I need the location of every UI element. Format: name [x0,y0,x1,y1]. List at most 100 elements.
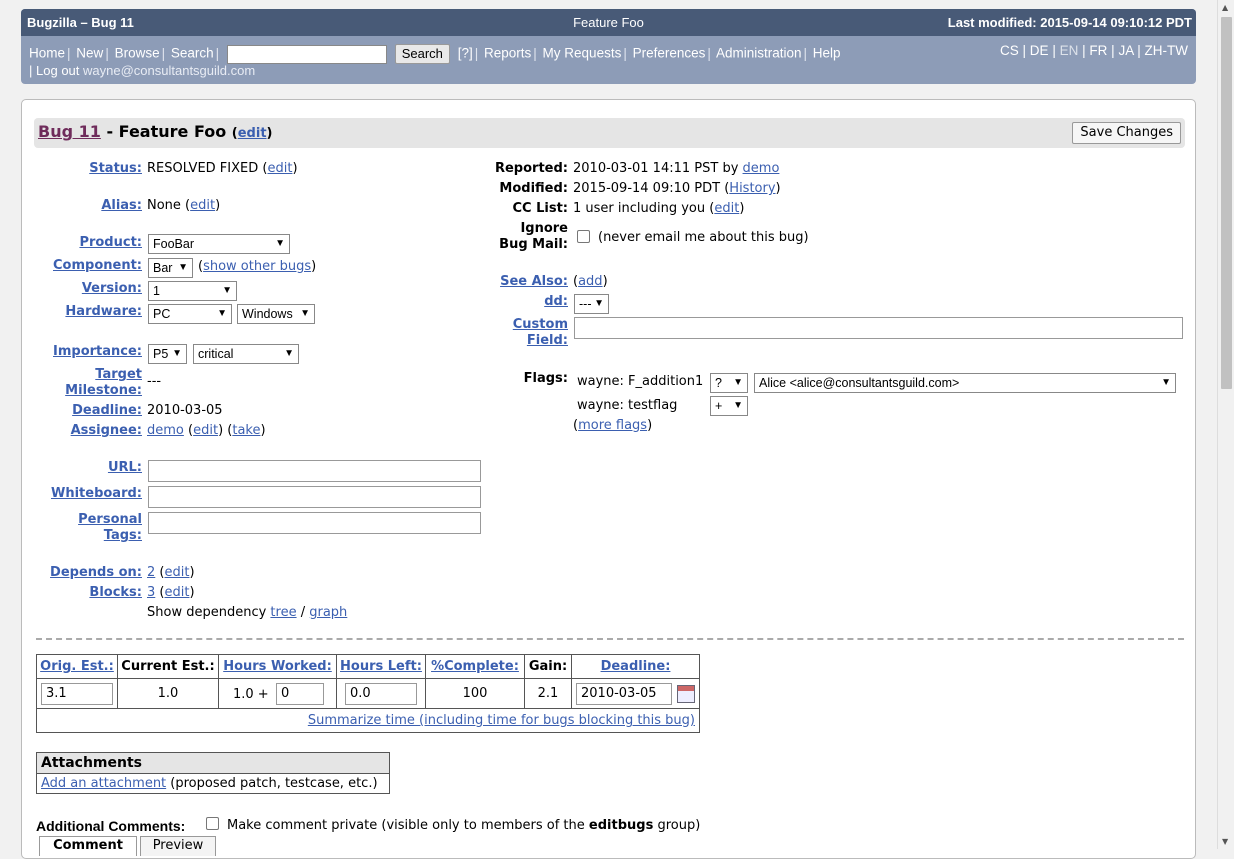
chevron-down-icon: ▼ [300,308,310,319]
hours-worked-header[interactable]: Hours Worked: [223,659,332,674]
tab-preview[interactable]: Preview [140,836,216,856]
flag1-requestee-select[interactable]: Alice <alice@consultantsguild.com> ▼ [754,373,1176,393]
attachments-header: Attachments [36,752,390,774]
tab-comment[interactable]: Comment [39,836,137,856]
edit-assignee-link[interactable]: edit [193,423,218,438]
flag2-name: wayne: testflag [577,398,678,413]
bug-id-link[interactable]: Bug 11 [38,122,101,141]
flags-label: Flags: [523,371,568,386]
add-see-also-link[interactable]: add [578,274,602,289]
summarize-time-link[interactable]: Summarize time (including time for bugs … [308,713,695,728]
nav-administration[interactable]: Administration [716,46,802,61]
attachments-table: Attachments Add an attachment (proposed … [36,752,390,794]
private-comment-text: Make comment private (visible only to me… [227,818,701,833]
dependency-graph-link[interactable]: graph [309,605,347,620]
complete-header[interactable]: %Complete: [431,659,519,674]
quick-search-input[interactable] [226,44,387,64]
show-dependency: Show dependency tree / graph [147,605,348,620]
edit-alias-link[interactable]: edit [190,198,215,213]
depends-on-bug-link[interactable]: 2 [147,565,155,580]
severity-select[interactable]: critical ▼ [193,344,299,364]
component-label: Component: [53,258,142,273]
lang-ja[interactable]: JA [1118,43,1133,58]
hardware-select[interactable]: PC ▼ [148,304,232,324]
calendar-icon[interactable] [677,685,695,703]
nav-my-requests[interactable]: My Requests [543,46,622,61]
nav-help[interactable]: Help [813,46,841,61]
target-milestone-label: Target Milestone: [65,367,142,398]
url-input[interactable] [148,460,481,482]
orig-est-header[interactable]: Orig. Est.: [40,659,114,674]
edit-summary-link[interactable]: edit [238,126,267,141]
vertical-scrollbar[interactable]: ▲ ▼ [1217,0,1234,849]
lang-fr[interactable]: FR [1089,43,1107,58]
private-comment-checkbox[interactable] [206,817,219,830]
status-label: Status: [89,161,142,176]
edit-blocks-link[interactable]: edit [165,585,190,600]
lang-de[interactable]: DE [1030,43,1049,58]
header-title-bar: Bugzilla – Bug 11 Feature Foo Last modif… [21,9,1196,36]
version-select[interactable]: 1 ▼ [148,281,237,301]
nav-reports[interactable]: Reports [484,46,531,61]
alias-label: Alias: [101,198,142,213]
scrollbar-thumb[interactable] [1221,17,1232,389]
assignee-link[interactable]: demo [147,423,184,438]
take-link[interactable]: take [232,423,260,438]
product-select[interactable]: FooBar ▼ [148,234,290,254]
flag1-name: wayne: F_addition1 [577,374,704,389]
edit-status-link[interactable]: edit [267,161,292,176]
user-email: wayne@consultantsguild.com [83,63,256,78]
bug-panel: Bug 11 - Feature Foo (edit) Save Changes… [21,99,1196,859]
add-attachment-link[interactable]: Add an attachment [41,776,166,791]
gain-value: 2.1 [524,678,572,709]
edit-depends-link[interactable]: edit [165,565,190,580]
dd-select[interactable]: --- ▼ [574,294,609,314]
whiteboard-input[interactable] [148,486,481,508]
flag1-status-select[interactable]: ? ▼ [710,373,748,393]
dd-label: dd: [544,294,568,309]
nav-new[interactable]: New [76,46,103,61]
deadline-input[interactable]: 2010-03-05 [576,683,672,705]
scroll-up-icon[interactable]: ▲ [1222,3,1228,12]
show-other-bugs: (show other bugs) [198,259,317,274]
product-label: Product: [79,235,142,250]
ignore-bug-mail-checkbox[interactable] [577,230,590,243]
nav-search[interactable]: Search [171,46,214,61]
summarize-row: Summarize time (including time for bugs … [36,708,700,733]
personal-tags-input[interactable] [148,512,481,534]
save-changes-button[interactable]: Save Changes [1072,122,1181,144]
reporter-link[interactable]: demo [743,161,780,176]
depends-on-label: Depends on: [50,565,142,580]
deadline-header[interactable]: Deadline: [601,659,671,674]
nav-browse[interactable]: Browse [115,46,160,61]
logout-link[interactable]: Log out [36,63,79,78]
hours-worked-input[interactable]: 0 [276,683,324,705]
lang-cs[interactable]: CS [1000,43,1019,58]
history-link[interactable]: History [729,181,775,196]
scroll-down-icon[interactable]: ▼ [1222,837,1228,846]
hours-left-header[interactable]: Hours Left: [340,659,422,674]
current-est-header: Current Est.: [117,654,219,679]
quick-search-button[interactable]: Search [394,44,450,64]
os-select[interactable]: Windows ▼ [237,304,315,324]
nav-home[interactable]: Home [29,46,65,61]
chevron-down-icon: ▼ [733,400,743,411]
time-tracking-table: Orig. Est.: Current Est.: Hours Worked: … [36,654,700,733]
gain-header: Gain: [524,654,572,679]
whiteboard-label: Whiteboard: [50,486,142,501]
quick-search-help-link[interactable]: [?] [458,46,473,61]
section-divider [36,638,1184,640]
nav-preferences[interactable]: Preferences [633,46,706,61]
orig-est-input[interactable]: 3.1 [41,683,113,705]
dependency-tree-link[interactable]: tree [270,605,296,620]
modified-label: Modified: [499,181,568,196]
flag2-status-select[interactable]: + ▼ [710,396,748,416]
edit-cc-link[interactable]: edit [714,201,739,216]
component-select[interactable]: Bar ▼ [148,258,193,278]
lang-zh-tw[interactable]: ZH-TW [1145,43,1188,58]
blocks-bug-link[interactable]: 3 [147,585,155,600]
custom-field-input[interactable] [574,317,1183,339]
cc-list-value: 1 user including you (edit) [573,201,745,216]
priority-select[interactable]: P5 ▼ [148,344,187,364]
hours-left-input[interactable]: 0.0 [345,683,417,705]
